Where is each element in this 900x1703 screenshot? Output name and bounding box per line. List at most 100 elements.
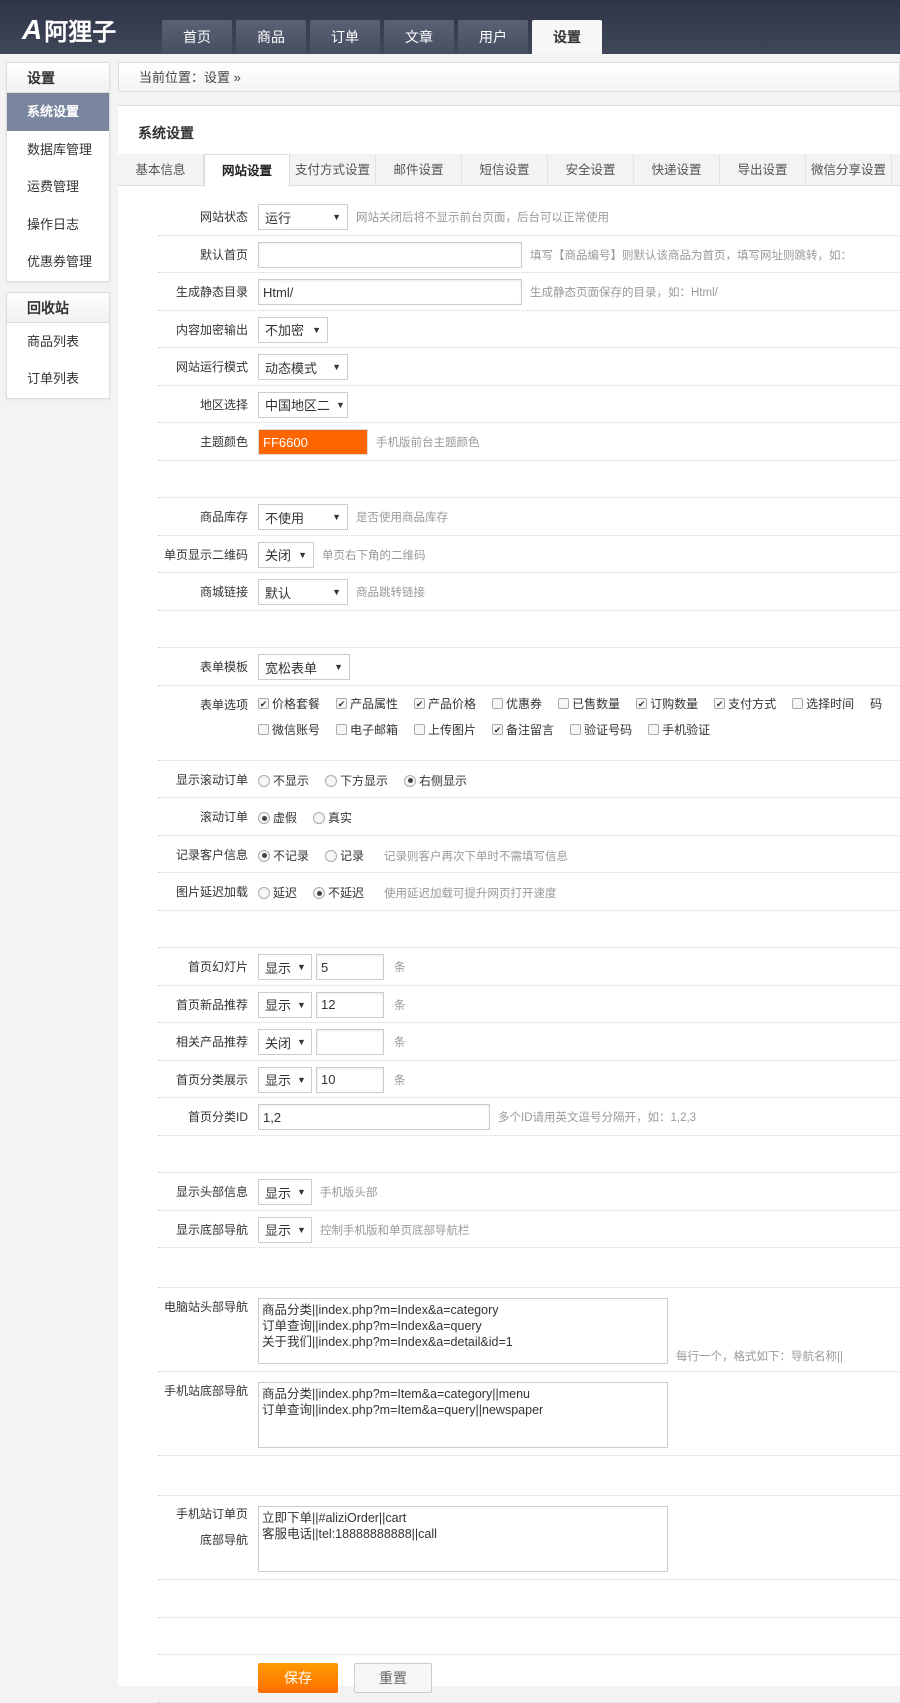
sidebar-item-shipping[interactable]: 运费管理	[7, 168, 109, 206]
nav-home[interactable]: 首页	[162, 20, 232, 54]
cat_id-label: 首页分类ID	[187, 1110, 248, 1124]
mobile-order-nav-textarea[interactable]: 立即下单||#aliziOrder||cart 客服电话||tel:188888…	[258, 1506, 668, 1572]
form-option-checkbox[interactable]: 上传图片	[414, 719, 476, 741]
slides-select[interactable]: 显示 ▼	[258, 954, 312, 980]
mall_link-select[interactable]: 默认 ▼	[258, 579, 348, 605]
stock-row: 商品库存 不使用 ▼ 是否使用商品库存	[158, 498, 900, 536]
tab-export[interactable]: 导出设置	[720, 154, 806, 186]
checkbox-icon	[336, 724, 348, 735]
radio-icon	[325, 774, 338, 787]
tab-basic[interactable]: 基本信息	[118, 154, 204, 186]
scroll_show-radio[interactable]: 下方显示	[325, 770, 388, 792]
sidebar-item-goods-list[interactable]: 商品列表	[7, 323, 109, 361]
form-option-checkbox[interactable]: 码	[870, 693, 882, 715]
tab-sms[interactable]: 短信设置	[462, 154, 548, 186]
rel_rec-controls: 关闭 ▼ 条	[258, 1023, 406, 1059]
form-option-checkbox[interactable]: 验证号码	[570, 719, 632, 741]
tab-payment[interactable]: 支付方式设置	[290, 154, 376, 186]
m_order_nav-label: 手机站订单页底部导航	[176, 1507, 249, 1547]
form-option-checkbox[interactable]: 手机验证	[648, 719, 710, 741]
run_mode-select-value: 动态模式	[265, 360, 318, 376]
spacer-row	[158, 1618, 900, 1655]
record_cust-radio[interactable]: 记录	[325, 845, 364, 867]
nav-articles[interactable]: 文章	[384, 20, 454, 54]
pc-nav-textarea[interactable]: 商品分类||index.php?m=Index&a=category 订单查询|…	[258, 1298, 668, 1364]
form-option-checkbox[interactable]: ✔ 订购数量	[636, 693, 698, 715]
qrcode-controls: 关闭 ▼ 单页右下角的二维码	[258, 536, 426, 572]
default_home-input[interactable]	[258, 241, 522, 268]
tab-mail[interactable]: 邮件设置	[376, 154, 462, 186]
rel_rec-select[interactable]: 关闭 ▼	[258, 1029, 312, 1055]
tab-site[interactable]: 网站设置	[204, 154, 290, 187]
form-option-checkbox[interactable]: 选择时间	[792, 693, 854, 715]
form-option-checkbox[interactable]: ✔ 产品属性	[336, 693, 398, 715]
sidebar-group-settings: 设置 系统设置 数据库管理 运费管理 操作日志 优惠券管理	[6, 62, 110, 282]
default_home-controls: 填写【商品编号】则默认该商品为首页，填写网址则跳转，如：	[258, 236, 852, 272]
scroll_show-radio-label: 下方显示	[340, 773, 389, 788]
scroll_show-label: 显示滚动订单	[175, 772, 248, 787]
region-select[interactable]: 中国地区二 ▼	[258, 391, 348, 418]
m_order_nav-row: 手机站订单页底部导航 立即下单||#aliziOrder||cart 客服电话||…	[158, 1496, 900, 1580]
sidebar-item-logs[interactable]: 操作日志	[7, 206, 109, 244]
qrcode-select[interactable]: 关闭 ▼	[258, 541, 314, 568]
record_cust-radio[interactable]: 不记录	[258, 845, 309, 867]
head_info-select[interactable]: 显示 ▼	[258, 1179, 312, 1205]
tab-express[interactable]: 快递设置	[634, 154, 720, 186]
nav-users[interactable]: 用户	[458, 20, 528, 54]
head_info-label: 显示头部信息	[175, 1185, 248, 1199]
site_status-select[interactable]: 运行 ▼	[258, 204, 348, 230]
nav-settings[interactable]: 设置	[532, 20, 602, 54]
spacer-row	[158, 911, 900, 948]
form-option-checkbox[interactable]: ✔ 价格套餐	[258, 693, 320, 715]
chevron-down-icon: ▼	[297, 1074, 306, 1085]
sidebar-item-system-settings[interactable]: 系统设置	[7, 93, 109, 131]
cat_show-select[interactable]: 显示 ▼	[258, 1066, 312, 1093]
brand-logo[interactable]: A 阿狸子	[22, 12, 116, 47]
sidebar-item-database[interactable]: 数据库管理	[7, 131, 109, 169]
sidebar-item-order-list[interactable]: 订单列表	[7, 360, 109, 398]
run_mode-select[interactable]: 动态模式 ▼	[258, 354, 348, 380]
lazy-radio[interactable]: 延迟	[258, 882, 297, 904]
checkbox-checked-icon: ✔	[492, 724, 504, 735]
encrypt-controls: 不加密 ▼	[258, 311, 328, 347]
form-option-checkbox[interactable]: 优惠券	[492, 693, 542, 715]
cat_id-hint: 多个ID请用英文逗号分隔开，如：1,2,3	[498, 1112, 697, 1124]
cat_show-count-input[interactable]: 10	[316, 1066, 384, 1093]
tab-security[interactable]: 安全设置	[548, 154, 634, 186]
form-option-label: 已售数量	[572, 696, 621, 711]
theme_color-input[interactable]: FF6600	[258, 429, 368, 455]
nav-goods[interactable]: 商品	[236, 20, 306, 54]
radio-selected-icon	[258, 812, 270, 824]
slides-count-input[interactable]: 5	[316, 954, 384, 980]
form-option-checkbox[interactable]: ✔ 支付方式	[714, 693, 776, 715]
form-option-checkbox[interactable]: ✔ 产品价格	[414, 693, 476, 715]
sidebar-item-coupons[interactable]: 优惠券管理	[7, 243, 109, 281]
scroll_order-radio[interactable]: 虚假	[258, 807, 297, 829]
stock-select[interactable]: 不使用 ▼	[258, 504, 348, 530]
new_rec-count-input[interactable]: 12	[316, 991, 384, 1018]
static_dir-input[interactable]: Html/	[258, 279, 522, 305]
nav-orders[interactable]: 订单	[310, 20, 380, 54]
scroll_order-radio[interactable]: 真实	[313, 807, 352, 829]
scroll_show-radio[interactable]: 不显示	[258, 770, 309, 792]
encrypt-select[interactable]: 不加密 ▼	[258, 316, 328, 343]
scroll_show-radio[interactable]: 右侧显示	[404, 770, 467, 792]
cat_id-input[interactable]: 1,2	[258, 1104, 490, 1130]
form-option-checkbox[interactable]: ✔ 备注留言	[492, 719, 554, 741]
mobile-nav-textarea[interactable]: 商品分类||index.php?m=Item&a=category||menu …	[258, 1382, 668, 1448]
lazy-radio[interactable]: 不延迟	[313, 882, 364, 904]
foot_nav-select[interactable]: 显示 ▼	[258, 1216, 312, 1243]
new_rec-select[interactable]: 显示 ▼	[258, 991, 312, 1018]
tab-wechat-share[interactable]: 微信分享设置	[806, 154, 892, 186]
lazy-radio-label: 延迟	[273, 886, 298, 900]
rel_rec-count-input[interactable]	[316, 1029, 384, 1055]
form-option-checkbox[interactable]: 电子邮箱	[336, 719, 398, 741]
form-option-checkbox[interactable]: 微信账号	[258, 719, 320, 741]
save-button[interactable]: 保存	[258, 1663, 338, 1693]
stock-select-value: 不使用	[265, 510, 305, 526]
form_tpl-select[interactable]: 宽松表单 ▼	[258, 654, 350, 680]
lazy-label: 图片延迟加载	[175, 885, 248, 899]
scroll_show-row: 显示滚动订单 不显示 下方显示 右侧显示	[158, 761, 900, 798]
reset-button[interactable]: 重置	[354, 1663, 432, 1693]
form-option-checkbox[interactable]: 已售数量	[558, 693, 620, 715]
